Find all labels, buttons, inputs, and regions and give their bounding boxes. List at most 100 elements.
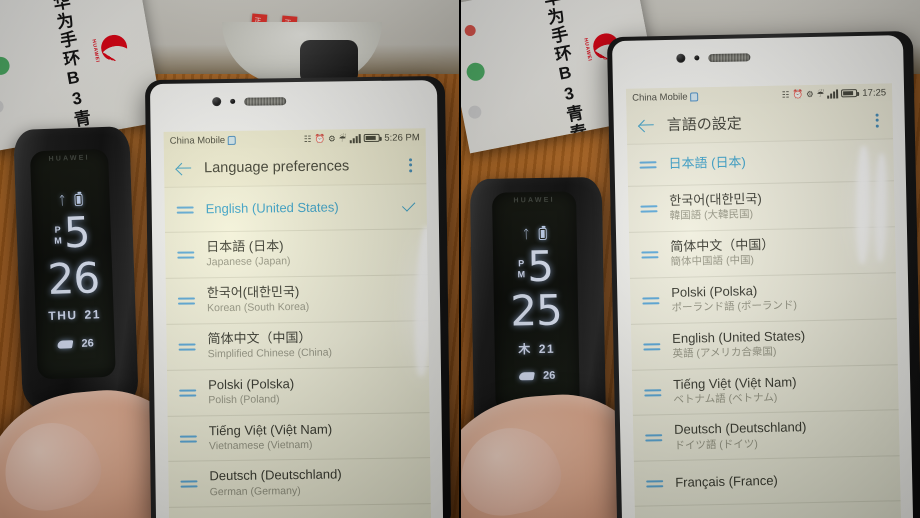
band-hour-row: PM 5 [32,207,111,258]
language-native-name: 한국어(대한민국) [206,283,300,301]
app-bar: 言語の設定 [626,101,894,145]
box-decor-dot [0,99,5,115]
carrier-group: China Mobile [170,134,237,146]
overflow-menu-icon[interactable] [405,154,416,176]
language-native-name: Polski (Polska) [208,375,295,392]
list-item[interactable]: 日本語 (日本) [627,139,894,187]
drag-handle-icon[interactable] [180,478,198,491]
list-item[interactable]: Polski (Polska) ポーランド語 (ポーランド) [629,273,897,325]
language-text: 简体中文（中国） Simplified Chinese (China) [207,328,418,362]
list-item[interactable]: 简体中文（中国） 簡体中国語 (中国) [628,227,896,279]
language-text: English (United States) 英語 (アメリカ合衆国) [672,326,888,361]
overflow-menu-icon[interactable] [871,109,882,131]
band-minute-row: 25 [494,285,579,336]
list-item[interactable]: Deutsch (Deutschland) German (Germany) [168,458,431,509]
band-display: HUAWEI ᛏ PM 5 26 THU 21 26 [29,148,116,380]
drag-handle-icon[interactable] [178,340,196,353]
vibrate-icon: ☷ [303,133,312,144]
status-icons-group: ☷ ⏰ ⚙ ☔ 17:25 [782,87,886,100]
back-arrow-icon[interactable] [174,159,192,177]
language-translated-name: 韓国語 (大韓民国) [669,208,754,223]
bluetooth-icon: ⚙ [805,88,814,99]
drag-handle-icon[interactable] [176,203,194,216]
sim-card-icon [228,135,237,145]
band-weekday: 木 [518,342,532,357]
language-text: Deutsch (Deutschland) German (Germany) [209,466,420,500]
back-arrow-icon[interactable] [637,116,655,134]
shoe-icon [518,372,535,381]
earpiece-speaker [244,96,287,106]
phone-screen-right: China Mobile ☷ ⏰ ⚙ ☔ 17:25 言語の設定 日本語 (日本… [625,83,902,518]
list-item[interactable]: 简体中文（中国） Simplified Chinese (China) [166,320,429,371]
band-day-group: 木 21 [518,340,555,358]
phone-front-panel: China Mobile ☷ ⏰ ⚙ ☔ 5:26 PM Language pr… [149,80,444,518]
language-english-name: German (Germany) [209,484,301,498]
bluetooth-icon: ⚙ [328,133,336,144]
band-status-icons: ᛏ [31,193,109,208]
band-brand-label: HUAWEI [513,196,555,205]
drag-handle-icon[interactable] [177,248,195,261]
list-item[interactable]: 日本語 (日本) Japanese (Japan) [165,229,428,279]
drag-handle-icon[interactable] [640,202,658,215]
list-item[interactable]: 한국어(대한민국) Korean (South Korea) [165,275,429,325]
language-text: Deutsch (Deutschland) ドイツ語 (ドイツ) [674,418,890,453]
band-date-row: 木 21 [495,339,579,357]
proximity-sensor-icon [230,98,236,104]
language-english-name: Simplified Chinese (China) [207,346,333,361]
list-item[interactable]: 한국어(대한민국) 韓国語 (大韓民国) [628,181,895,233]
language-native-name: 日本語 (日本) [206,238,284,255]
earpiece-speaker [708,52,751,62]
language-translated-name: 簡体中国語 (中国) [670,254,755,269]
list-item[interactable]: English (United States) 英語 (アメリカ合衆国) [630,318,898,371]
drag-handle-icon[interactable] [177,294,196,307]
language-native-name: 简体中文（中国） [207,329,312,347]
drag-handle-icon[interactable] [645,432,663,445]
drag-handle-icon[interactable] [642,294,660,307]
app-bar: Language preferences [163,146,427,188]
panel-divider [459,0,461,518]
drag-handle-icon[interactable] [179,386,197,399]
left-photo-panel: 华为手环B3青春版 HUAWEI 正品 正品 HUAWEI [0,0,460,518]
list-item[interactable]: Tiếng Việt (Việt Nam) Vietnamese (Vietna… [167,412,431,463]
band-hour: 5 [62,207,92,258]
band-date-row: THU 21 [35,307,113,324]
drag-handle-icon[interactable] [644,386,662,399]
list-item[interactable]: Tiếng Việt (Việt Nam) ベトナム語 (ベトナム) [631,364,899,417]
drag-handle-icon[interactable] [641,248,659,261]
list-item[interactable]: Français (France) [633,456,901,508]
band-steps-row: 26 [495,369,579,382]
band-display: HUAWEI ᛏ PM 5 25 木 21 26 [491,191,580,413]
status-clock: 5:26 PM [384,131,420,144]
wifi-icon: ☔ [816,88,825,99]
huawei-mark-icon [99,32,130,63]
thumbnail [460,419,568,518]
phone-front-panel: China Mobile ☷ ⏰ ⚙ ☔ 17:25 言語の設定 日本語 (日本… [611,35,914,518]
box-decor-dot [0,20,1,34]
drag-handle-icon[interactable] [179,432,197,445]
band-ampm: PM [52,224,64,248]
list-item[interactable]: Polski (Polska) Polish (Poland) [166,366,430,417]
language-english-name: Polish (Poland) [208,393,280,407]
language-list-left: English (United States) 日本語 (日本) Japanes… [164,184,431,509]
drag-handle-icon[interactable] [643,340,661,353]
language-text: Polski (Polska) Polish (Poland) [208,374,419,408]
language-english-name: Vietnamese (Vietnam) [208,438,313,453]
drag-handle-icon[interactable] [639,158,657,171]
band-minute: 25 [509,285,563,336]
language-native-name: English (United States) [205,199,339,217]
band-day-group: THU 21 [48,307,101,323]
right-photo-panel: 华为手环B3青春版 HUAWEI HUAWEI ᛏ PM 5 25 木 21 2… [460,0,920,518]
list-item[interactable]: English (United States) [164,184,427,233]
status-icons-group: ☷ ⏰ ⚙ ☔ 5:26 PM [304,132,420,145]
language-text: Français (France) [675,471,890,492]
status-clock: 17:25 [862,86,887,99]
language-native-name: Deutsch (Deutschland) [209,466,342,484]
list-item[interactable]: Deutsch (Deutschland) ドイツ語 (ドイツ) [632,410,900,463]
drag-handle-icon[interactable] [646,477,664,490]
front-camera-icon [212,97,222,107]
box-decor-dot [465,61,487,83]
band-minute: 26 [46,253,100,304]
vibrate-icon: ☷ [781,89,790,100]
box-decor-dot [0,55,11,77]
band-minute-row: 26 [34,253,113,304]
